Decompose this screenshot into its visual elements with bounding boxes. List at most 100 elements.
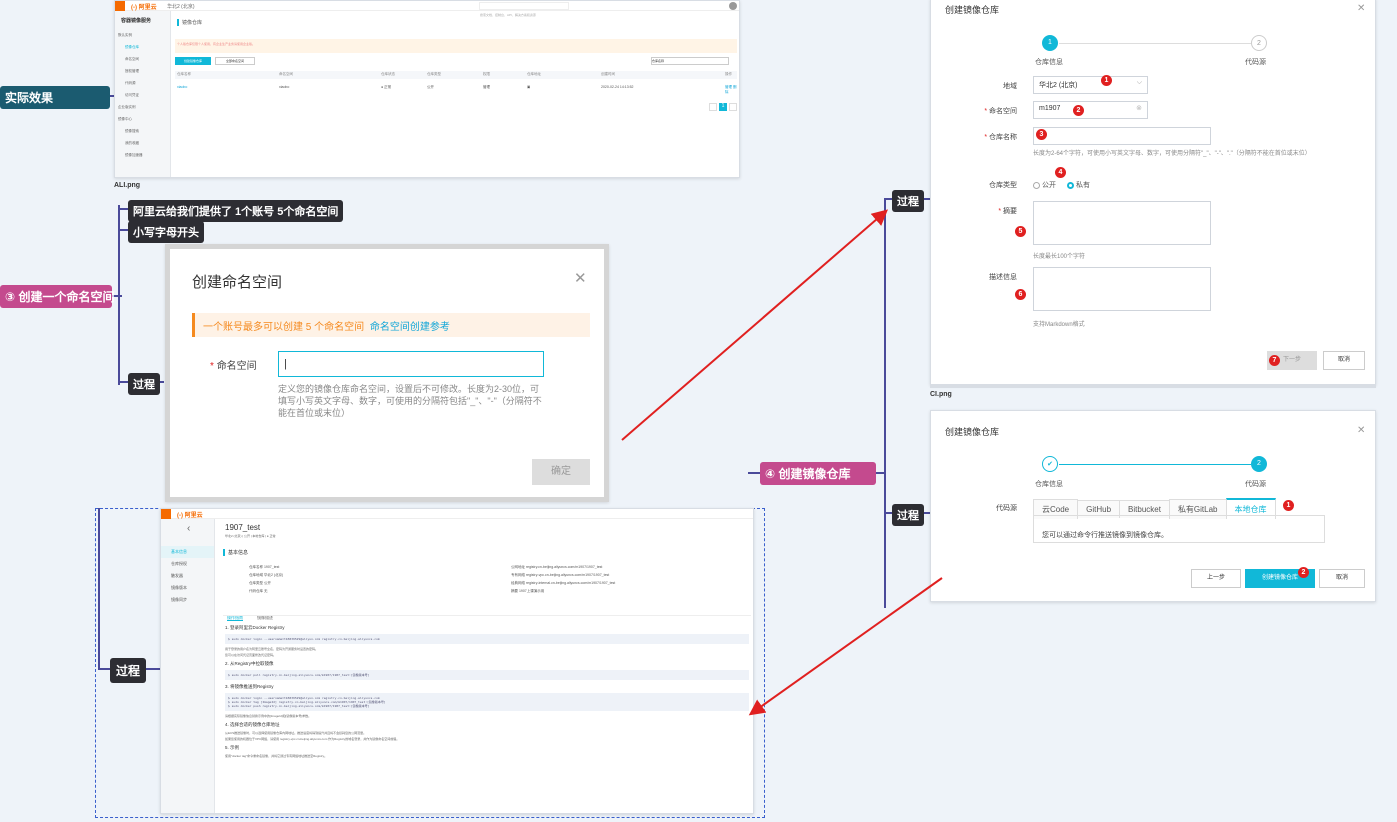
repo1-close-icon[interactable]: ✕ (1357, 3, 1365, 14)
ns-input[interactable]: | (278, 351, 544, 377)
repo1-desc-input[interactable] (1033, 267, 1211, 311)
info-line: 仓库名称 1907_test (249, 565, 280, 569)
table-header-cell: 仓库地址 (527, 72, 541, 76)
repo1-ns-select[interactable]: m1907 ⊗ (1033, 101, 1148, 119)
repo1-region-select[interactable]: 华北2 (北京) ⌵ (1033, 76, 1148, 94)
ns-close-icon[interactable]: ✕ (574, 269, 587, 287)
repo1-type-label: 仓库类型 (989, 182, 1017, 189)
ali-logo: (-) 阿里云 (131, 5, 157, 11)
detail-sidebar-item[interactable]: 镜像同步 (161, 594, 214, 606)
caption-ali: ALI.png (114, 182, 141, 189)
sidebar-item[interactable]: 默认实例 (115, 30, 170, 42)
repo2-cancel-button[interactable]: 取消 (1319, 569, 1365, 588)
repo1-summary-input[interactable] (1033, 201, 1211, 245)
connector-right-a (884, 198, 892, 200)
detail-sidebar-item[interactable]: 仓库授权 (161, 558, 214, 570)
repo2-close-icon[interactable]: ✕ (1357, 425, 1365, 436)
table-header-cell: 创建时间 (601, 72, 615, 76)
table-row[interactable]: xiaobo xiaobo ● 正常 公开 管理 ▣ 2020-02-24 14:13:52… (175, 84, 737, 94)
table-cell[interactable]: xiaobo (177, 85, 187, 89)
sidebar-item[interactable]: 访问凭证 (115, 90, 170, 102)
repo1-type-private[interactable]: 私有 (1067, 180, 1090, 190)
repo1-desc-help: 支持Markdown格式 (1033, 322, 1085, 328)
table-cell: 2020-02-24 14:13:52 (601, 85, 634, 89)
repo2-step2: 2 (1251, 456, 1267, 472)
connector-left-b (118, 229, 128, 231)
namespace-dialog: 创建命名空间 ✕ 一个账号最多可以创建 5 个命名空间 命名空间创建参考 * 命… (165, 244, 609, 502)
sidebar-item[interactable]: 我的收藏 (115, 138, 170, 150)
ali-search-placeholder: 搜索文档、控制台、API、解决方案和资源 (480, 13, 536, 17)
table-header-cell: 仓库名称 (177, 72, 191, 76)
connector-left-d (118, 381, 128, 383)
detail-section: 基本信息 (223, 549, 248, 556)
repo1-step-line (1059, 43, 1251, 44)
node-process-repo2: 过程 (892, 504, 924, 526)
repo1-type-private-label: 私有 (1075, 182, 1090, 189)
repo1-step1-label: 仓库信息 (1035, 59, 1063, 66)
table-header-cell: 权限 (483, 72, 490, 76)
sidebar-item[interactable]: 镜像搜索 (115, 126, 170, 138)
back-icon[interactable]: ‹ (161, 519, 214, 534)
sidebar-item[interactable]: 命名空间 (115, 54, 170, 66)
ali-ns-select[interactable]: 全部命名空间 (215, 57, 255, 65)
sidebar-item[interactable]: 授权管理 (115, 66, 170, 78)
guide-text: 如果您使用的机器位于VPC网络，请使用 registry-vpc.cn-beij… (225, 737, 400, 741)
marker-2: 2 (1298, 567, 1309, 578)
repo1-type-public[interactable]: 公开 (1033, 180, 1056, 190)
ns-help: 定义您的镜像仓库命名空间，设置后不可修改。长度为2-30位，可填写小写英文字母、… (278, 384, 542, 418)
ali-avatar[interactable] (729, 2, 737, 10)
table-cell: 公开 (427, 85, 434, 89)
menu-icon[interactable] (115, 1, 125, 11)
node-process-repo1: 过程 (892, 190, 924, 212)
repo1-region-label: 地域 (1003, 83, 1017, 90)
ali-topbar: (-) 阿里云 华北2 (北京) 搜索文档、控制台、API、解决方案和资源 (115, 1, 739, 17)
detail-guide: 1. 登录阿里云Docker Registry $ sudo docker log… (225, 621, 749, 811)
ns-confirm-button[interactable]: 确定 (532, 459, 590, 485)
ali-search-input[interactable]: 仓库名称 (651, 57, 729, 65)
ali-create-btn[interactable]: 创建镜像仓库 (175, 57, 211, 65)
detail-logo: (-) 阿里云 (177, 513, 203, 519)
detail-sidebar-item[interactable]: 镜像版本 (161, 582, 214, 594)
table-cell: 管理 (483, 85, 490, 89)
detail-info-left: 仓库名称 1907_test 仓库地域 华北2 (北京) 仓库类型 公开 代码仓库 无 (249, 565, 449, 597)
arrow-repo-to-detail (748, 577, 943, 716)
detail-sidebar-item[interactable]: 基本信息 (161, 546, 214, 558)
table-cell: ● 正常 (381, 85, 392, 89)
ns-notice-link[interactable]: 命名空间创建参考 (370, 322, 450, 333)
next-page-icon[interactable] (729, 103, 737, 111)
table-header-cell: 仓库状态 (381, 72, 395, 76)
guide-heading: 3. 将镜像推送到Registry (225, 684, 274, 689)
connector-left-a (118, 208, 128, 210)
ali-region[interactable]: 华北2 (北京) (167, 3, 195, 10)
repo1-desc-label: 描述信息 (989, 274, 1017, 281)
info-line: 代码仓库 无 (249, 589, 268, 593)
chevron-down-icon: ⌵ (1136, 79, 1142, 86)
table-header-cell: 仓库类型 (427, 72, 441, 76)
info-line: 仓库类型 公开 (249, 581, 271, 585)
marker-1: 1 (1101, 75, 1112, 86)
guide-code: $ sudo docker login --username=tb5839529… (225, 693, 749, 711)
ali-page-current[interactable]: 1 (719, 103, 727, 111)
ali-pagination: 1 (709, 103, 737, 111)
repo2-tab-panel: 您可以通过命令行推送镜像到镜像仓库。 (1033, 515, 1325, 543)
detail-sidebar-item[interactable]: 触发器 (161, 570, 214, 582)
clear-icon[interactable]: ⊗ (1136, 104, 1142, 112)
repo2-prev-button[interactable]: 上一步 (1191, 569, 1241, 588)
repo1-type-public-label: 公开 (1041, 182, 1056, 189)
menu-icon[interactable] (161, 509, 171, 519)
node-aliyun-provides: 阿里云给我们提供了 1个账号 5个命名空间 (128, 200, 344, 222)
sidebar-item[interactable]: 镜像仓库 (115, 42, 170, 54)
repo1-cancel-button[interactable]: 取消 (1323, 351, 1365, 370)
repo1-name-input[interactable] (1033, 127, 1211, 145)
table-cell[interactable]: 管理 删除 (725, 85, 737, 95)
repo1-ns-label-text: 命名空间 (989, 108, 1017, 115)
sidebar-item[interactable]: 镜像中心 (115, 114, 170, 126)
sidebar-item[interactable]: 代码源 (115, 78, 170, 90)
repo1-title: 创建镜像仓库 (945, 5, 1000, 15)
prev-page-icon[interactable] (709, 103, 717, 111)
sidebar-item[interactable]: 企业版实例 (115, 102, 170, 114)
sidebar-item[interactable]: 镜像加速器 (115, 150, 170, 162)
guide-text: 使用"docker tag"命令重命名镜像，并将它通过专有网络地址推送至Regi… (225, 754, 328, 758)
ali-search[interactable]: 搜索文档、控制台、API、解决方案和资源 (479, 2, 569, 17)
repo-dialog-step1: 创建镜像仓库 ✕ 1 2 仓库信息 代码源 地域 华北2 (北京) ⌵ * 命名… (930, 0, 1376, 385)
